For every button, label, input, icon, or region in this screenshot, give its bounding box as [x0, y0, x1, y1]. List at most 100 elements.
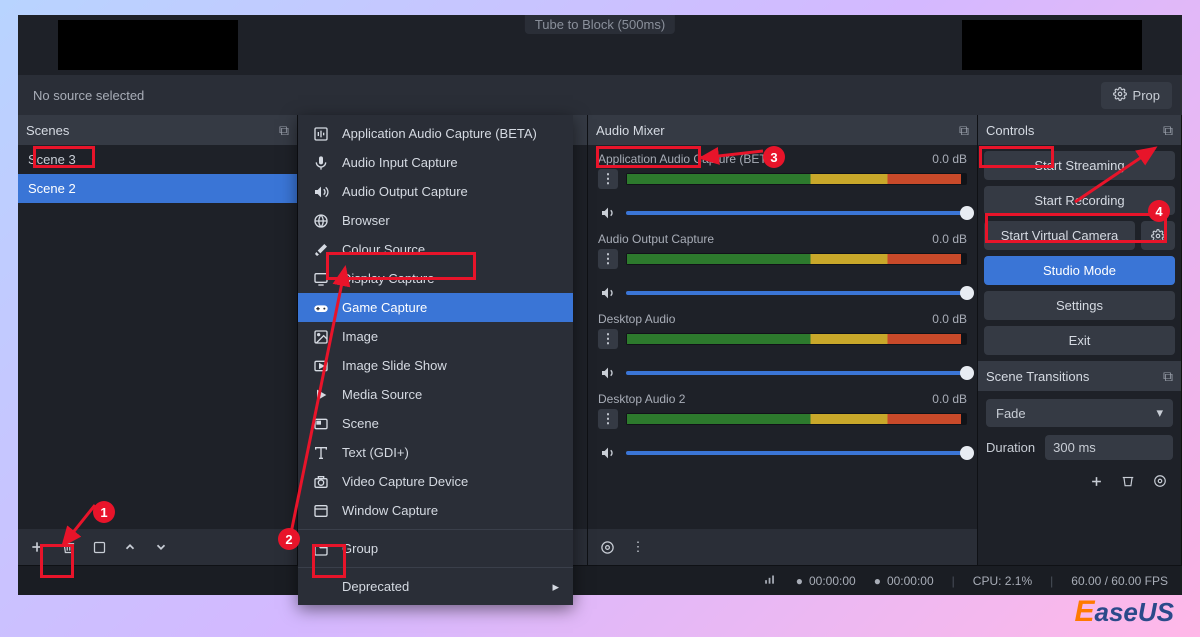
- gear-icon: [1113, 87, 1127, 104]
- add-transition-button[interactable]: [1083, 468, 1109, 494]
- menu-item-label: Audio Input Capture: [342, 155, 458, 170]
- mute-button[interactable]: [598, 283, 618, 303]
- menu-item-play[interactable]: Media Source: [298, 380, 573, 409]
- move-scene-up-button[interactable]: [117, 534, 143, 560]
- volume-slider[interactable]: [626, 211, 967, 215]
- status-bar: ● 00:00:00 ● 00:00:00 | CPU: 2.1% | 60.0…: [18, 565, 1182, 595]
- annotation-badge-2: 2: [278, 528, 300, 550]
- move-scene-down-button[interactable]: [148, 534, 174, 560]
- menu-item-window[interactable]: Window Capture: [298, 496, 573, 525]
- annotation-badge-3: 3: [763, 146, 785, 168]
- mixer-channel: Desktop Audio 20.0 dB⋮-60-55-50-45-40-35…: [588, 389, 977, 469]
- scene-icon: [312, 415, 330, 433]
- mute-button[interactable]: [598, 363, 618, 383]
- menu-item-label: Image Slide Show: [342, 358, 447, 373]
- controls-title: Controls: [986, 123, 1034, 138]
- no-source-text: No source selected: [28, 88, 144, 103]
- volume-slider[interactable]: [626, 371, 967, 375]
- brush-icon: [312, 241, 330, 259]
- popout-icon[interactable]: ⧉: [1163, 368, 1173, 385]
- signal-icon: [764, 572, 778, 589]
- properties-button[interactable]: Prop: [1101, 82, 1172, 109]
- channel-db: 0.0 dB: [932, 312, 967, 326]
- display-icon: [312, 270, 330, 288]
- scene-item[interactable]: Scene 3: [18, 145, 297, 174]
- audio-mixer-title: Audio Mixer: [596, 123, 665, 138]
- delete-scene-button[interactable]: [55, 534, 81, 560]
- audio-mixer-body: Application Audio Capture (BETA)0.0 dB⋮-…: [588, 145, 977, 529]
- channel-db: 0.0 dB: [932, 232, 967, 246]
- channel-menu-button[interactable]: ⋮: [598, 249, 618, 269]
- popout-icon[interactable]: ⧉: [279, 122, 289, 139]
- virtual-camera-settings-button[interactable]: [1141, 221, 1175, 250]
- menu-item-brush[interactable]: Colour Source: [298, 235, 573, 264]
- mute-button[interactable]: [598, 443, 618, 463]
- mic-icon: [312, 154, 330, 172]
- chevron-down-icon: ▾: [1156, 405, 1163, 421]
- menu-item-image[interactable]: Image: [298, 322, 573, 351]
- annotation-badge-4: 4: [1148, 200, 1170, 222]
- preview-right: [962, 20, 1142, 70]
- menu-item-label: Display Capture: [342, 271, 435, 286]
- mixer-menu-button[interactable]: ⋮: [625, 534, 651, 560]
- audio-meter: -60-55-50-45-40-35-30-25-20-15-10-50: [626, 253, 967, 265]
- menu-item-label: Media Source: [342, 387, 422, 402]
- slideshow-icon: [312, 357, 330, 375]
- source-toolbar: No source selected Prop: [18, 75, 1182, 115]
- mixer-channel: Desktop Audio0.0 dB⋮-60-55-50-45-40-35-3…: [588, 309, 977, 389]
- properties-label: Prop: [1133, 88, 1160, 103]
- obs-app-window: Tube to Block (500ms) No source selected…: [18, 15, 1182, 595]
- audio-mixer-header: Audio Mixer ⧉: [588, 115, 977, 145]
- menu-item-scene[interactable]: Scene: [298, 409, 573, 438]
- image-icon: [312, 328, 330, 346]
- preview-left: [58, 20, 238, 70]
- menu-item-label: Video Capture Device: [342, 474, 468, 489]
- main-content: Scenes ⧉ Scene 3 Scene 2 S Applica: [18, 115, 1182, 565]
- channel-menu-button[interactable]: ⋮: [598, 169, 618, 189]
- menu-item-text[interactable]: Text (GDI+): [298, 438, 573, 467]
- start-streaming-button[interactable]: Start Streaming: [984, 151, 1175, 180]
- settings-button[interactable]: Settings: [984, 291, 1175, 320]
- menu-item-label: Audio Output Capture: [342, 184, 468, 199]
- transition-select[interactable]: Fade ▾: [986, 399, 1173, 427]
- mute-button[interactable]: [598, 203, 618, 223]
- transition-settings-button[interactable]: [1147, 468, 1173, 494]
- start-recording-button[interactable]: Start Recording: [984, 186, 1175, 215]
- duration-input[interactable]: 300 ms: [1045, 435, 1173, 460]
- delete-transition-button[interactable]: [1115, 468, 1141, 494]
- popout-icon[interactable]: ⧉: [959, 122, 969, 139]
- menu-item-display[interactable]: Display Capture: [298, 264, 573, 293]
- channel-menu-button[interactable]: ⋮: [598, 329, 618, 349]
- start-virtual-camera-button[interactable]: Start Virtual Camera: [984, 221, 1135, 250]
- menu-item-speaker[interactable]: Audio Output Capture: [298, 177, 573, 206]
- scene-transitions-body: Fade ▾ Duration 300 ms: [978, 391, 1181, 502]
- channel-name: Audio Output Capture: [598, 232, 714, 246]
- window-icon: [312, 502, 330, 520]
- audio-mixer-panel: Audio Mixer ⧉ Application Audio Capture …: [588, 115, 978, 565]
- volume-slider[interactable]: [626, 291, 967, 295]
- channel-menu-button[interactable]: ⋮: [598, 409, 618, 429]
- menu-item-slideshow[interactable]: Image Slide Show: [298, 351, 573, 380]
- controls-panel: Controls ⧉ Start Streaming Start Recordi…: [978, 115, 1182, 361]
- channel-db: 0.0 dB: [932, 152, 967, 166]
- scenes-footer: [18, 529, 297, 565]
- scene-transitions-header: Scene Transitions ⧉: [978, 361, 1181, 391]
- scenes-header: Scenes ⧉: [18, 115, 297, 145]
- scene-item[interactable]: Scene 2: [18, 174, 297, 203]
- menu-item-globe[interactable]: Browser: [298, 206, 573, 235]
- play-icon: [312, 386, 330, 404]
- menu-item-camera[interactable]: Video Capture Device: [298, 467, 573, 496]
- scene-transitions-panel: Scene Transitions ⧉ Fade ▾ Duration 300 …: [978, 361, 1182, 565]
- menu-item-mic[interactable]: Audio Input Capture: [298, 148, 573, 177]
- exit-button[interactable]: Exit: [984, 326, 1175, 355]
- duration-label: Duration: [986, 440, 1035, 455]
- popout-icon[interactable]: ⧉: [1163, 122, 1173, 139]
- menu-item-label: Game Capture: [342, 300, 427, 315]
- menu-item-label: Image: [342, 329, 378, 344]
- menu-item-gamepad[interactable]: Game Capture: [298, 293, 573, 322]
- filter-scene-button[interactable]: [86, 534, 112, 560]
- add-scene-button[interactable]: [24, 534, 50, 560]
- studio-mode-button[interactable]: Studio Mode: [984, 256, 1175, 285]
- mixer-settings-button[interactable]: [594, 534, 620, 560]
- volume-slider[interactable]: [626, 451, 967, 455]
